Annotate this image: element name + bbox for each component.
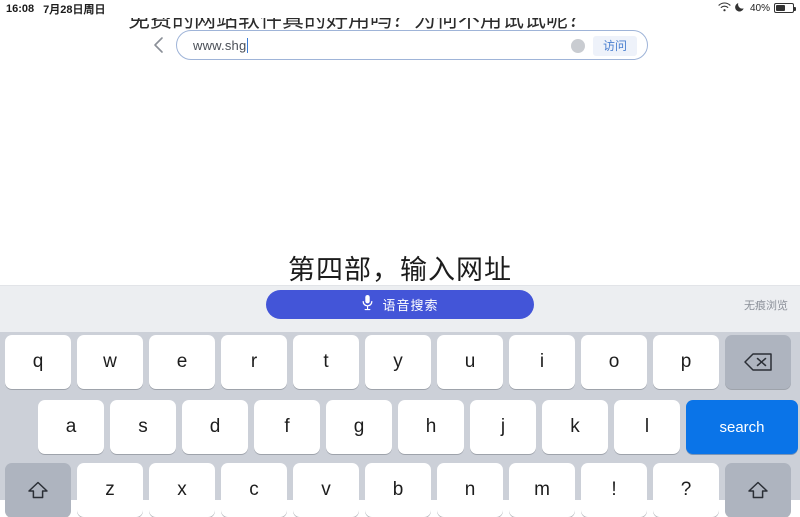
keyboard-row-2: a s d f g h j k l search bbox=[0, 400, 800, 454]
backspace-icon bbox=[743, 351, 773, 373]
microphone-icon bbox=[361, 294, 374, 316]
key-b-label: b bbox=[392, 479, 404, 500]
key-w[interactable]: w bbox=[77, 335, 143, 389]
wifi-icon bbox=[718, 1, 731, 15]
key-o-label: o bbox=[608, 351, 620, 372]
search-key-label: search bbox=[719, 418, 765, 436]
key-z[interactable]: z bbox=[77, 463, 143, 517]
incognito-label[interactable]: 无痕浏览 bbox=[744, 297, 788, 313]
key-p-label: p bbox=[680, 351, 692, 372]
status-bar-left: 16:08 7月28日周日 bbox=[6, 1, 106, 17]
keyboard-row-3: z x c v b n m!? bbox=[0, 463, 800, 517]
key-h[interactable]: h bbox=[398, 400, 464, 454]
key-r-label: r bbox=[250, 351, 258, 372]
key-j[interactable]: j bbox=[470, 400, 536, 454]
on-screen-keyboard: q w e r t y u i o p a s d f g h j k l search z x c v b n m!? bbox=[0, 332, 800, 517]
go-button[interactable]: 访问 bbox=[593, 36, 637, 56]
text-caret bbox=[247, 38, 249, 53]
key-u-label: u bbox=[464, 351, 476, 372]
key-a-label: a bbox=[65, 416, 77, 437]
key-l-label: l bbox=[644, 416, 650, 437]
key-n-label: n bbox=[464, 479, 476, 500]
key-k[interactable]: k bbox=[542, 400, 608, 454]
key-i-label: i bbox=[539, 351, 545, 372]
key-a[interactable]: a bbox=[38, 400, 104, 454]
key-v[interactable]: v bbox=[293, 463, 359, 517]
keyboard-row-1: qwertyuiop bbox=[0, 335, 800, 389]
key-r[interactable]: r bbox=[221, 335, 287, 389]
battery-fill bbox=[776, 5, 785, 11]
key-c-label: c bbox=[249, 479, 259, 500]
chevron-left-icon[interactable] bbox=[150, 35, 168, 55]
shift-key-left[interactable] bbox=[5, 463, 71, 517]
shift-key-right[interactable] bbox=[725, 463, 791, 517]
key-o[interactable]: o bbox=[581, 335, 647, 389]
key-d[interactable]: d bbox=[182, 400, 248, 454]
battery-percent-label: 40% bbox=[749, 2, 770, 14]
key-f[interactable]: f bbox=[254, 400, 320, 454]
shift-arrow-icon bbox=[25, 479, 51, 501]
key-m-label: m bbox=[534, 479, 550, 500]
key-y-label: y bbox=[393, 351, 403, 372]
key-t-label: t bbox=[323, 351, 329, 372]
key-g-label: g bbox=[353, 416, 365, 437]
search-key[interactable]: search bbox=[686, 400, 798, 454]
status-time: 16:08 bbox=[6, 3, 35, 15]
key-exclamation[interactable]: ! bbox=[581, 463, 647, 517]
key-s-label: s bbox=[138, 416, 148, 437]
key-f-label: f bbox=[284, 416, 290, 437]
key-x-label: x bbox=[177, 479, 187, 500]
key-w-label: w bbox=[103, 351, 117, 372]
key-k-label: k bbox=[570, 416, 580, 437]
key-q[interactable]: q bbox=[5, 335, 71, 389]
key-g[interactable]: g bbox=[326, 400, 392, 454]
key-h-label: h bbox=[425, 416, 437, 437]
phone-screen: 16:08 7月28日周日 40% 免费的网站软件真的好用吗？为何不用试试呢？ … bbox=[0, 0, 800, 517]
do-not-disturb-moon-icon bbox=[735, 1, 746, 15]
page-caption: 第四部，输入网址 bbox=[288, 255, 512, 286]
key-c[interactable]: c bbox=[221, 463, 287, 517]
voice-search-label: 语音搜索 bbox=[382, 299, 439, 314]
key-t[interactable]: t bbox=[293, 335, 359, 389]
backspace-key[interactable] bbox=[725, 335, 791, 389]
status-date: 7月28日周日 bbox=[43, 4, 106, 16]
key-n[interactable]: n bbox=[437, 463, 503, 517]
key-x[interactable]: x bbox=[149, 463, 215, 517]
key-e[interactable]: e bbox=[149, 335, 215, 389]
key-z-label: z bbox=[105, 479, 115, 500]
key-v-label: v bbox=[321, 479, 331, 500]
key-u[interactable]: u bbox=[437, 335, 503, 389]
key-l[interactable]: l bbox=[614, 400, 680, 454]
shift-arrow-icon bbox=[745, 479, 771, 501]
clear-circle-icon[interactable] bbox=[571, 39, 585, 53]
key-y[interactable]: y bbox=[365, 335, 431, 389]
status-bar-right: 40% bbox=[718, 1, 796, 15]
key-j-label: j bbox=[500, 416, 506, 437]
key-b[interactable]: b bbox=[365, 463, 431, 517]
key-s[interactable]: s bbox=[110, 400, 176, 454]
key-e-label: e bbox=[176, 351, 188, 372]
key-exclamation-label: ! bbox=[611, 479, 617, 500]
key-q-label: q bbox=[32, 351, 44, 372]
status-bar: 16:08 7月28日周日 40% bbox=[0, 0, 800, 18]
key-i[interactable]: i bbox=[509, 335, 575, 389]
key-d-label: d bbox=[209, 416, 221, 437]
key-m[interactable]: m bbox=[509, 463, 575, 517]
key-question[interactable]: ? bbox=[653, 463, 719, 517]
key-p[interactable]: p bbox=[653, 335, 719, 389]
battery-icon bbox=[774, 3, 796, 13]
voice-search-button[interactable]: 语音搜索 bbox=[266, 290, 534, 319]
key-question-label: ? bbox=[680, 479, 692, 500]
